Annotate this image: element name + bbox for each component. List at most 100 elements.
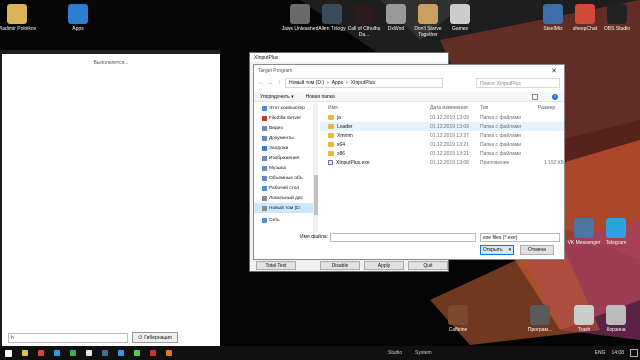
filename-row: Имя файла: exe files (*.exe) xyxy=(254,232,564,242)
nav-item[interactable]: Загрузки xyxy=(254,143,313,153)
desktop-icon-label: Trash xyxy=(577,327,591,333)
app-orange-icon[interactable] xyxy=(166,350,172,356)
desktop-icon[interactable]: Apps xyxy=(58,4,98,32)
desktop-icon[interactable]: Vladimir Polnikov xyxy=(0,4,37,32)
new-folder-button[interactable]: Новая папка xyxy=(306,94,335,100)
back-arrow-icon[interactable]: ← xyxy=(258,80,264,86)
navigation-scrollbar[interactable] xyxy=(314,103,318,233)
quit-button[interactable]: Quit xyxy=(408,261,448,270)
close-icon[interactable]: ✕ xyxy=(544,67,564,75)
apply-button[interactable]: Apply xyxy=(364,261,404,270)
system-toolbar[interactable]: System xyxy=(415,346,432,360)
folder-icon xyxy=(262,125,267,131)
file-row[interactable]: Xmmm 01.12.2019 13:27 Папка с файлами xyxy=(320,131,564,140)
steam-icon[interactable] xyxy=(102,350,108,356)
folder-icon xyxy=(262,205,267,211)
desktop-icon-label: SteelMix xyxy=(543,26,563,32)
nav-item-label: Новый том (D: xyxy=(269,205,301,211)
file-list-header: Имя Дата изменения Тип Размер xyxy=(320,103,564,113)
nav-item[interactable]: FileZilla Server xyxy=(254,113,313,123)
explorer-icon[interactable] xyxy=(22,350,28,356)
desktop-icon[interactable]: Програм... xyxy=(520,305,560,333)
hibernate-button[interactable]: ⏻ Гибернация xyxy=(132,332,178,343)
desktop-icon[interactable]: Games xyxy=(440,4,480,32)
column-type[interactable]: Тип xyxy=(480,105,538,111)
nav-item[interactable]: Объемные объ xyxy=(254,173,313,183)
disable-button[interactable]: Disable xyxy=(320,261,360,270)
file-row[interactable]: x64 01.12.2019 13:21 Папка с файлами xyxy=(320,140,564,149)
filename-input[interactable] xyxy=(330,232,476,242)
file-date: 01.12.2019 13:21 xyxy=(430,150,469,157)
file-row[interactable]: XInputPlus.exe 01.12.2019 13:08 Приложение… xyxy=(320,158,564,167)
studio-toolbar[interactable]: Studio xyxy=(388,346,402,360)
desktop-icon[interactable]: Корзина xyxy=(596,305,636,333)
windows-start-icon[interactable] xyxy=(5,349,12,357)
search-input[interactable]: Поиск: XInputPlus xyxy=(476,78,560,88)
file-name: Loader xyxy=(337,123,353,130)
folder-icon xyxy=(328,151,334,156)
desktop-icon[interactable]: Telegram xyxy=(596,218,636,246)
breadcrumb-item[interactable]: XInputPlus xyxy=(351,80,375,86)
folder-icon xyxy=(262,165,267,171)
nav-item[interactable]: Локальный дис xyxy=(254,193,313,203)
app-green-icon[interactable] xyxy=(134,350,140,356)
nav-item[interactable]: Видео xyxy=(254,123,313,133)
skype-icon[interactable] xyxy=(54,350,60,356)
hibernate-label: Гибернация xyxy=(144,334,172,341)
app-icon xyxy=(290,4,310,24)
nav-item[interactable]: Документы xyxy=(254,133,313,143)
file-type-select[interactable]: exe files (*.exe) xyxy=(480,232,560,242)
view-options-icon[interactable] xyxy=(532,94,538,100)
breadcrumb-item[interactable]: Apps xyxy=(332,80,343,86)
file-date: 01.12.2019 13:21 xyxy=(430,141,469,148)
app-icon xyxy=(606,218,626,238)
taskbar: Studio System ENG 14:08 xyxy=(0,346,640,360)
folder-icon xyxy=(262,195,267,201)
folder-icon xyxy=(262,175,267,181)
chrome-icon[interactable] xyxy=(38,350,44,356)
cancel-button[interactable]: Отмена xyxy=(520,245,554,255)
total-test-button[interactable]: Total Test xyxy=(256,261,296,270)
desktop-icon-label: Програм... xyxy=(527,327,553,333)
folder-icon xyxy=(328,142,334,147)
app-red-icon[interactable] xyxy=(150,350,156,356)
breadcrumb[interactable]: Новый том (D:) › Apps › XInputPlus xyxy=(285,78,443,88)
help-icon[interactable]: ? xyxy=(552,94,558,100)
organize-menu[interactable]: Упорядочить ▾ xyxy=(260,94,294,100)
desktop-icon[interactable]: Caffeine xyxy=(438,305,478,333)
forward-arrow-icon[interactable]: → xyxy=(267,80,273,86)
nav-item[interactable]: Новый том (D: xyxy=(254,203,313,213)
file-date: 01.12.2019 13:08 xyxy=(430,159,469,166)
media-icon[interactable] xyxy=(70,350,76,356)
nav-item[interactable]: Рабочий стол xyxy=(254,183,313,193)
app-icon xyxy=(543,4,563,24)
column-name[interactable]: Имя xyxy=(320,105,430,111)
file-type: Папка с файлами xyxy=(480,114,522,121)
column-date[interactable]: Дата изменения xyxy=(430,105,480,111)
file-name: x64 xyxy=(337,141,346,148)
chevron-down-icon[interactable]: ▾ xyxy=(509,247,512,253)
nav-item[interactable]: Изображения xyxy=(254,153,313,163)
nav-item-label: Музыка xyxy=(269,165,286,171)
notification-icon[interactable] xyxy=(630,349,638,357)
nav-item[interactable]: Сеть xyxy=(254,215,313,225)
nav-item[interactable]: Этот компьютер xyxy=(254,103,313,113)
app-icon xyxy=(322,4,342,24)
filename-label: Имя файла: xyxy=(300,234,328,240)
open-button[interactable]: Открыть ▾ xyxy=(480,245,514,255)
breadcrumb-item[interactable]: Новый том (D:) xyxy=(289,80,324,86)
exe-file-icon xyxy=(328,160,333,165)
clock[interactable]: 14:08 xyxy=(611,350,624,356)
photoshop-icon[interactable] xyxy=(118,350,124,356)
up-arrow-icon[interactable]: ↑ xyxy=(276,80,282,86)
store-icon[interactable] xyxy=(86,350,92,356)
file-row[interactable]: Loader 01.12.2019 13:09 Папка с файлами xyxy=(320,122,564,131)
command-input[interactable]: h xyxy=(8,333,128,343)
folder-icon xyxy=(262,155,267,161)
column-size[interactable]: Размер xyxy=(538,105,564,111)
file-row[interactable]: ja 01.12.2019 13:09 Папка с файлами xyxy=(320,113,564,122)
nav-item[interactable]: Музыка xyxy=(254,163,313,173)
language-indicator[interactable]: ENG xyxy=(595,350,606,356)
file-row[interactable]: x86 01.12.2019 13:21 Папка с файлами xyxy=(320,149,564,158)
desktop-icon[interactable]: OBS Studio xyxy=(597,4,637,32)
